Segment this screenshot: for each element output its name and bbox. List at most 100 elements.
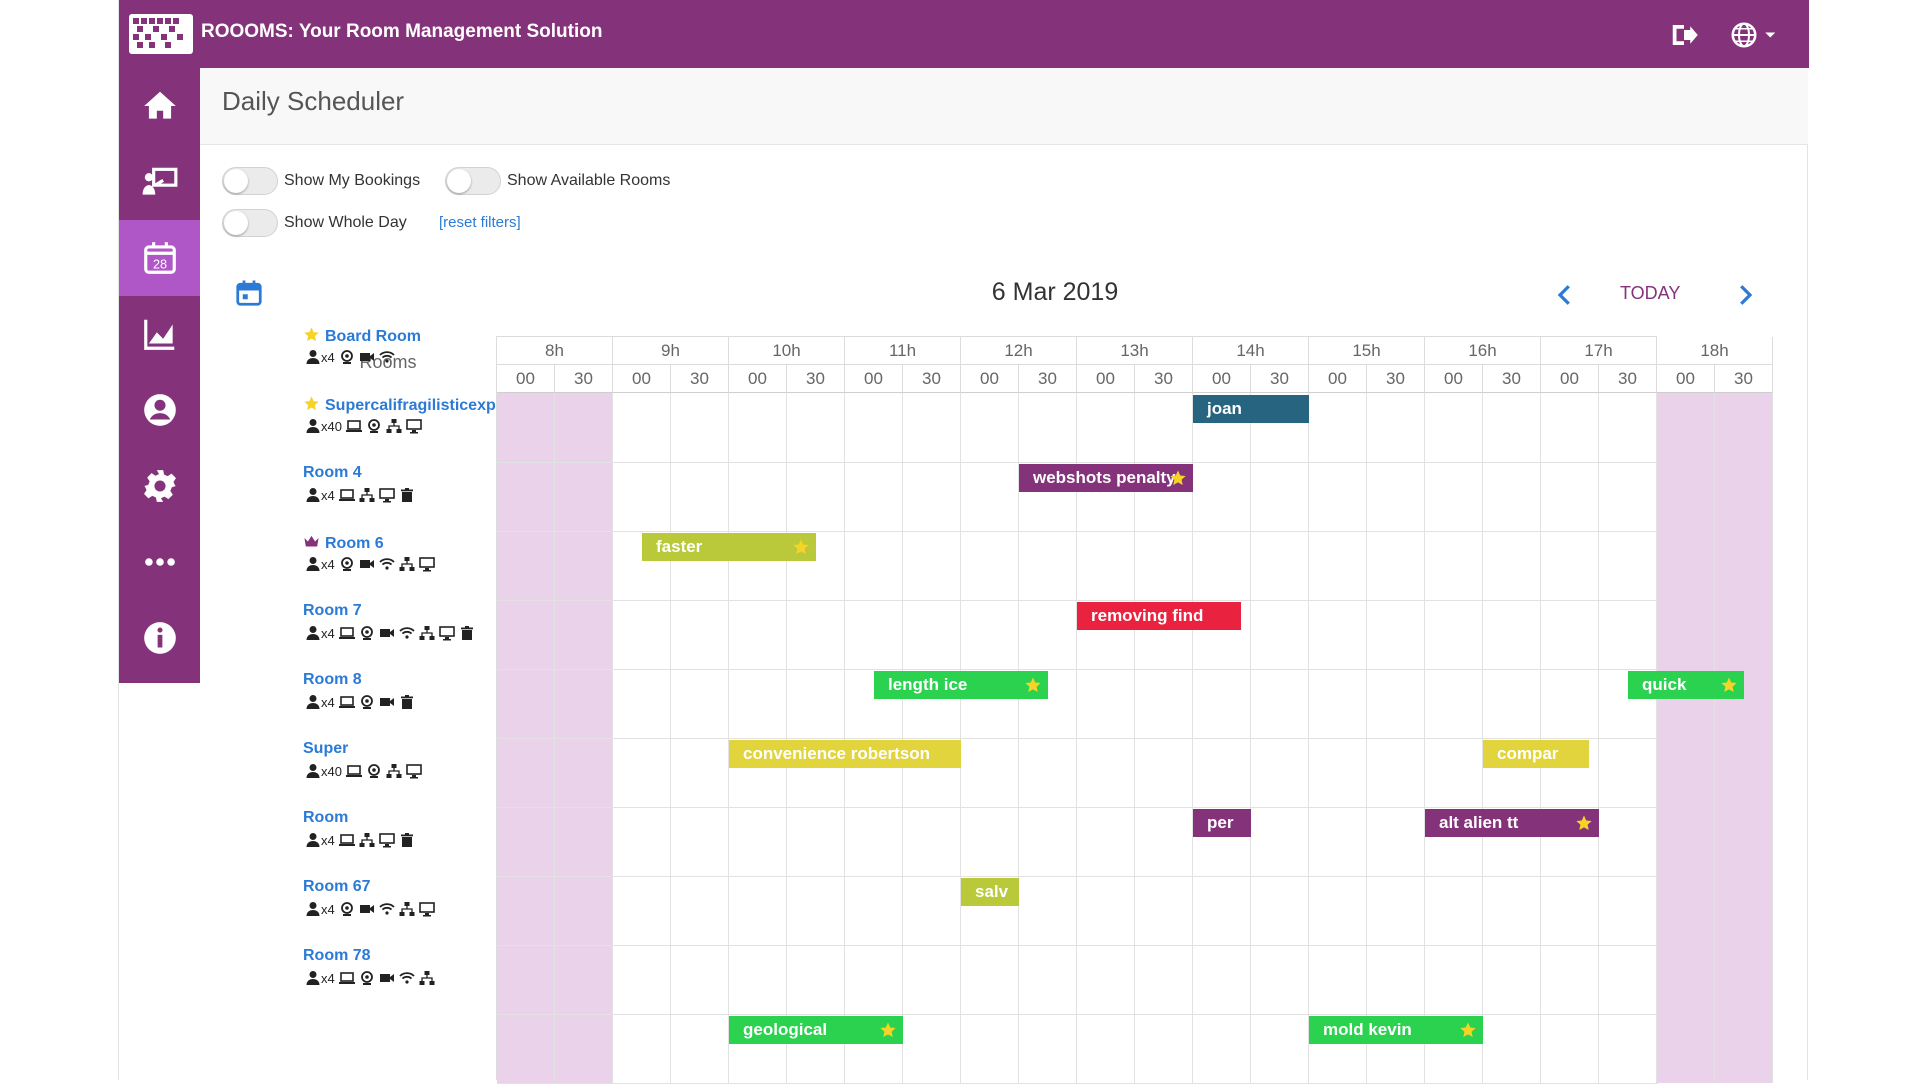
video-icon [359,560,374,568]
hour-header: 17h [1541,337,1657,365]
minute-header: 30 [1251,365,1309,393]
network-icon [399,902,415,916]
toggle-switch[interactable] [222,209,278,237]
app-title: ROOOMS: Your Room Management Solution [201,21,603,42]
booking-block[interactable]: joan [1193,395,1309,423]
room-name-link[interactable]: Room [303,809,348,827]
hour-header: 13h [1077,337,1193,365]
room-capacity: x4 [321,970,335,986]
room-features: x4 [305,555,435,573]
toggle-show-available-rooms[interactable]: Show Available Rooms [445,167,670,195]
trash-icon [400,488,413,502]
toggle-switch[interactable] [445,167,501,195]
person-icon [306,350,320,364]
sidebar-item-statistics[interactable] [119,296,200,372]
previous-day-icon[interactable] [1550,280,1580,310]
room-capacity: x4 [321,832,335,848]
booking-star-icon [880,1022,896,1038]
room-row: Superx40× [303,734,565,803]
room-row: Board Roomx4× [303,320,565,389]
minute-header: 00 [1657,365,1715,393]
webcam-icon [340,350,353,364]
monitor-icon [418,902,435,917]
reset-filters-link[interactable]: [reset filters] [439,214,521,231]
minute-header: 00 [1425,365,1483,393]
room-features: x4 [305,969,435,987]
booking-block[interactable]: compar [1483,740,1590,768]
booking-block[interactable]: convenience robertson [729,740,961,768]
grid-line [497,1014,1658,1015]
toggle-label: Show Available Rooms [507,172,671,189]
today-button[interactable]: TODAY [1620,283,1680,304]
hour-header: 14h [1193,337,1309,365]
booking-block[interactable]: faster [642,533,816,561]
room-name-link[interactable]: Room 78 [303,947,371,965]
booking-block[interactable]: quick [1628,671,1744,699]
booking-block[interactable]: mold kevin [1309,1016,1483,1044]
room-features: x4 [305,348,395,366]
room-capacity: x4 [321,487,335,503]
laptop-icon [338,834,355,846]
date-picker-icon[interactable] [234,278,264,308]
user-icon [143,394,176,426]
room-name-link[interactable]: Room 8 [303,671,362,689]
booking-label: length ice [888,675,968,694]
room-name: Room 7 [303,602,362,619]
sidebar-item-home[interactable] [119,68,200,144]
minute-header: 00 [1077,365,1135,393]
room-name-link[interactable]: Room 6 [303,533,384,553]
sidebar-item-more[interactable] [119,524,200,600]
room-name-link[interactable]: Room 7 [303,602,362,620]
toggle-switch[interactable] [222,167,278,195]
current-date: 6 Mar 2019 [991,278,1119,306]
room-name-link[interactable]: Board Room [303,326,421,346]
minute-header: 30 [555,365,613,393]
minute-header: 00 [1541,365,1599,393]
sidebar-item-info[interactable] [119,600,200,676]
booking-block[interactable]: geological [729,1016,903,1044]
booking-label: salv [975,882,1009,901]
sidebar-item-profile[interactable] [119,372,200,448]
page-header: Daily Scheduler [200,68,1808,145]
language-globe-icon[interactable] [1729,20,1779,50]
video-icon [379,629,394,637]
person-icon [306,557,320,571]
info-icon [143,622,176,654]
top-bar: ROOOMS: Your Room Management Solution [119,0,1809,68]
booking-block[interactable]: salv [961,878,1019,906]
main-content: Daily Scheduler Show My Bookings Show Av… [200,68,1808,1084]
hour-header: 11h [845,337,961,365]
minute-header: 00 [1193,365,1251,393]
sidebar-item-scheduler[interactable]: 28 [119,220,200,296]
toggle-show-my-bookings[interactable]: Show My Bookings [222,167,420,195]
booking-block[interactable]: length ice [874,671,1048,699]
wifi-icon [379,351,395,363]
booking-block[interactable]: per [1193,809,1251,837]
logout-icon[interactable] [1669,20,1699,50]
next-day-icon[interactable] [1730,280,1760,310]
booking-block[interactable]: removing find [1077,602,1242,630]
grid-line [497,462,1658,463]
booking-block[interactable]: webshots penalty [1019,464,1193,492]
grid-line [1772,393,1773,1083]
person-icon [306,488,320,502]
room-features: x4 [305,900,435,918]
sidebar-item-rooms[interactable] [119,144,200,220]
person-icon [306,902,320,916]
room-name-link[interactable]: Room 67 [303,878,371,896]
minute-header: 00 [1309,365,1367,393]
webcam-icon [368,764,380,778]
wifi-icon [399,627,415,639]
sidebar-item-settings[interactable] [119,448,200,524]
booking-label: mold kevin [1323,1020,1412,1039]
room-name-link[interactable]: Super [303,740,348,758]
booking-block[interactable]: alt alien tt [1425,809,1599,837]
room-row: Room 7x4× [303,596,565,665]
monitor-icon [378,488,395,503]
room-name-link[interactable]: Room 4 [303,464,362,482]
toggle-show-whole-day[interactable]: Show Whole Day [222,209,407,237]
monitor-icon [406,764,422,779]
network-icon [386,764,402,778]
rooms-logo [129,14,193,54]
room-name: Room 6 [325,535,384,552]
